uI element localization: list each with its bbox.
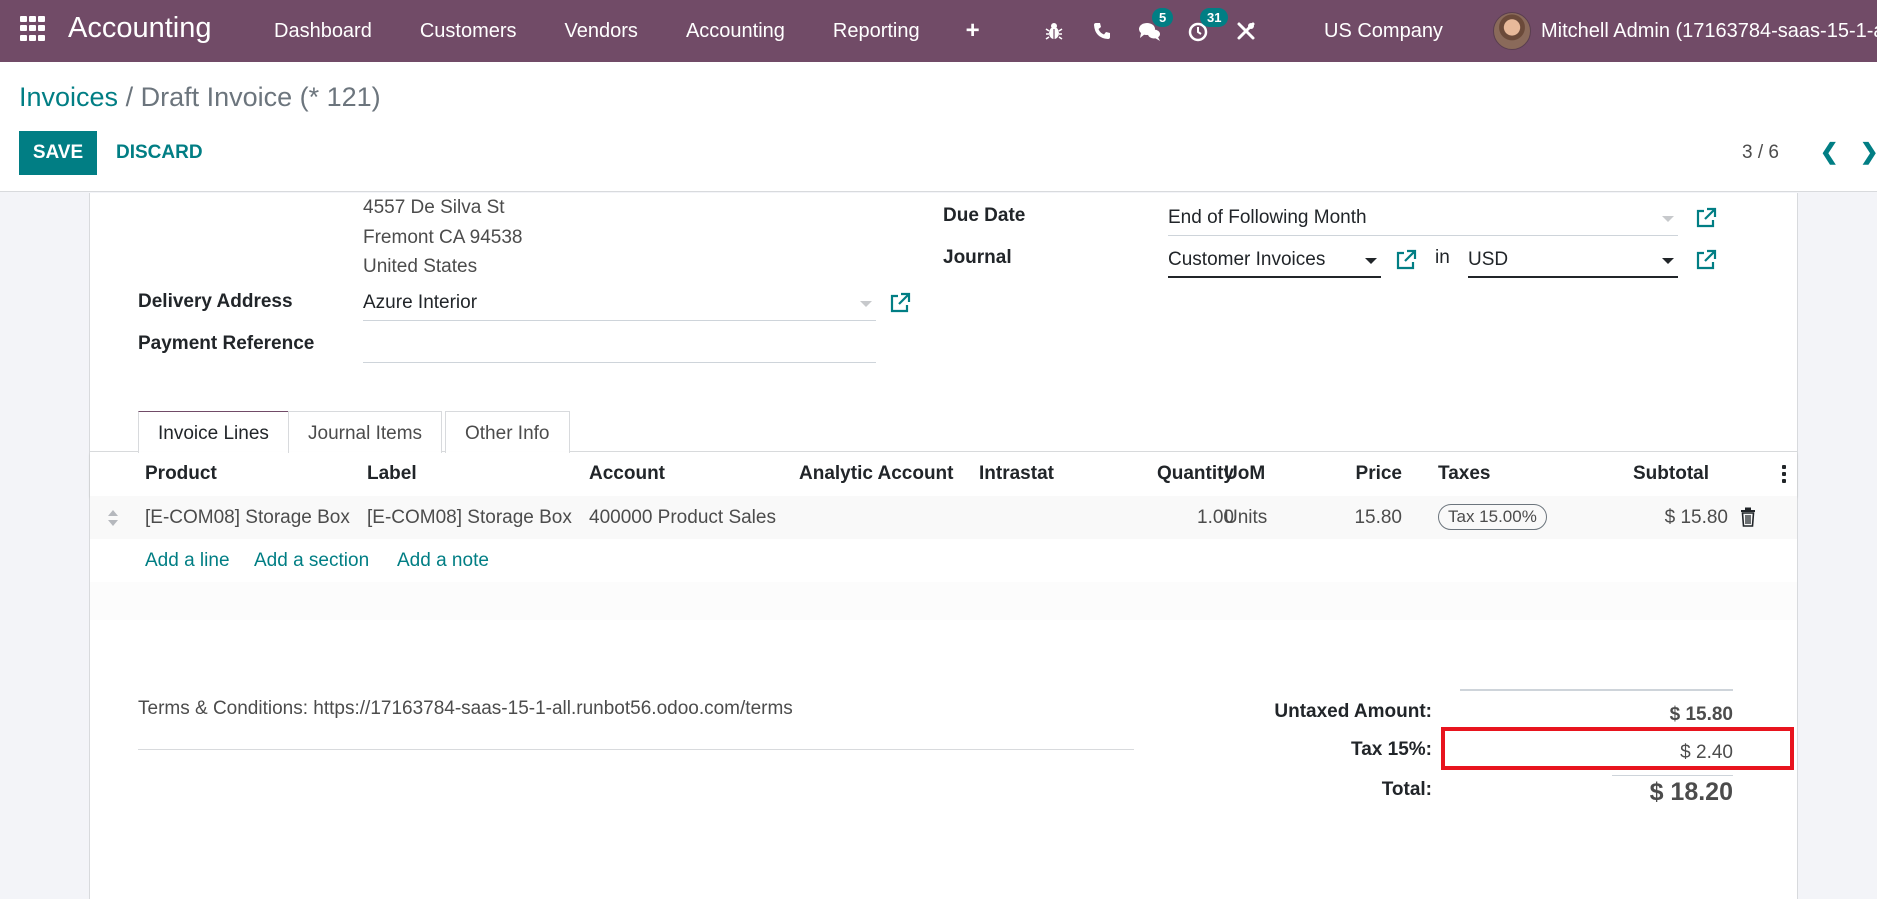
cell-account[interactable]: 400000 Product Sales <box>589 507 776 529</box>
journal-label: Journal <box>943 247 1012 268</box>
clock-icon[interactable]: 31 <box>1174 0 1229 62</box>
optional-columns-icon[interactable] <box>1782 465 1788 485</box>
address-line-1: 4557 De Silva St <box>363 197 505 218</box>
add-note-link[interactable]: Add a note <box>397 550 489 572</box>
user-name: Mitchell Admin (17163784-saas-15-1-all) <box>1541 19 1877 42</box>
dropdown-caret-icon[interactable] <box>1662 216 1674 222</box>
tab-journal-items[interactable]: Journal Items <box>288 411 443 453</box>
plus-icon[interactable]: + <box>944 0 1002 62</box>
address-line-2: Fremont CA 94538 <box>363 227 523 248</box>
breadcrumb-separator: / <box>118 82 141 112</box>
form-sheet: 4557 De Silva St Fremont CA 94538 United… <box>89 193 1798 899</box>
cell-product[interactable]: [E-COM08] Storage Box <box>145 507 350 529</box>
drag-handle-icon[interactable] <box>107 509 119 527</box>
column-intrastat[interactable]: Intrastat <box>979 463 1054 485</box>
terms-and-conditions[interactable]: Terms & Conditions: https://17163784-saa… <box>138 698 793 720</box>
tab-other-info[interactable]: Other Info <box>445 411 570 453</box>
tools-icon[interactable] <box>1222 0 1270 62</box>
phone-icon[interactable] <box>1078 0 1126 62</box>
due-date-value: End of Following Month <box>1168 207 1367 228</box>
menu-reporting[interactable]: Reporting <box>809 0 944 62</box>
chevron-left-icon[interactable]: ❮ <box>1820 139 1838 165</box>
delivery-address-value: Azure Interior <box>363 292 478 313</box>
company-switcher[interactable]: US Company <box>1324 0 1443 62</box>
due-date-field[interactable]: End of Following Month <box>1168 202 1678 236</box>
dropdown-caret-icon[interactable] <box>860 301 872 307</box>
chat-icon[interactable]: 5 <box>1126 0 1174 62</box>
address-line-3: United States <box>363 256 478 277</box>
terms-divider <box>138 749 1134 750</box>
total-label: Total: <box>1381 779 1432 800</box>
menu-customers[interactable]: Customers <box>396 0 541 62</box>
currency-select[interactable]: USD <box>1468 244 1678 278</box>
delivery-address-field[interactable]: Azure Interior <box>363 287 876 321</box>
untaxed-amount-label: Untaxed Amount: <box>1274 701 1432 722</box>
add-line-link[interactable]: Add a line <box>145 550 230 572</box>
breadcrumb-current: Draft Invoice (* 121) <box>140 82 381 112</box>
dropdown-caret-icon[interactable] <box>1365 258 1377 264</box>
column-price[interactable]: Price <box>1322 463 1402 485</box>
tax-label: Tax 15%: <box>1351 739 1432 760</box>
cell-subtotal: $ 15.80 <box>1664 507 1728 528</box>
column-quantity[interactable]: Quantity <box>1124 463 1234 485</box>
cell-quantity[interactable]: 1.00 <box>1124 507 1234 529</box>
external-link-icon[interactable] <box>1395 249 1417 271</box>
payment-reference-input[interactable] <box>363 329 876 363</box>
trash-icon[interactable] <box>1740 507 1756 527</box>
notebook-tabs: Invoice Lines Journal Items Other Info <box>90 402 1797 453</box>
breadcrumb: Invoices / Draft Invoice (* 121) <box>19 82 381 113</box>
total-value: $ 18.20 <box>1649 778 1733 806</box>
column-account[interactable]: Account <box>589 463 665 485</box>
currency-value: USD <box>1468 249 1509 270</box>
table-header: Product Label Account Analytic Account I… <box>90 452 1797 496</box>
systray: 5 31 <box>1030 0 1270 62</box>
discard-button[interactable]: DISCARD <box>104 131 215 175</box>
column-label[interactable]: Label <box>367 463 417 485</box>
breadcrumb-invoices[interactable]: Invoices <box>19 82 118 112</box>
external-link-icon[interactable] <box>889 292 911 314</box>
totals-divider <box>1460 689 1733 691</box>
menu-accounting[interactable]: Accounting <box>662 0 809 62</box>
in-label: in <box>1435 247 1450 268</box>
apps-menu-icon[interactable] <box>20 16 46 42</box>
column-taxes[interactable]: Taxes <box>1438 463 1490 485</box>
menu-vendors[interactable]: Vendors <box>541 0 662 62</box>
column-subtotal[interactable]: Subtotal <box>1633 463 1709 485</box>
app-name[interactable]: Accounting <box>68 12 212 45</box>
delivery-address-label: Delivery Address <box>138 291 293 312</box>
empty-row <box>90 582 1797 620</box>
journal-select[interactable]: Customer Invoices <box>1168 244 1381 278</box>
column-analytic-account[interactable]: Analytic Account <box>799 463 954 485</box>
tax-tag[interactable]: Tax 15.00% <box>1438 504 1547 530</box>
add-section-link[interactable]: Add a section <box>254 550 369 572</box>
cell-price[interactable]: 15.80 <box>1322 507 1402 529</box>
column-product[interactable]: Product <box>145 463 217 485</box>
control-panel: Invoices / Draft Invoice (* 121) SAVE DI… <box>0 62 1877 192</box>
tax-value: $ 2.40 <box>1680 742 1733 763</box>
user-menu[interactable]: Mitchell Admin (17163784-saas-15-1-all) <box>1493 0 1877 62</box>
external-link-icon[interactable] <box>1695 249 1717 271</box>
total-divider <box>1612 775 1733 776</box>
main-menu: Dashboard Customers Vendors Accounting R… <box>250 0 1002 62</box>
due-date-label: Due Date <box>943 205 1026 226</box>
cell-uom[interactable]: Units <box>1224 507 1267 529</box>
payment-reference-label: Payment Reference <box>138 333 315 354</box>
tab-invoice-lines[interactable]: Invoice Lines <box>138 411 289 453</box>
avatar <box>1493 12 1531 50</box>
cell-label[interactable]: [E-COM08] Storage Box <box>367 507 572 529</box>
chevron-right-icon[interactable]: ❯ <box>1860 139 1877 165</box>
top-navbar: Accounting Dashboard Customers Vendors A… <box>0 0 1877 62</box>
dropdown-caret-icon[interactable] <box>1662 258 1674 264</box>
save-button[interactable]: SAVE <box>19 131 97 175</box>
untaxed-amount-value: $ 15.80 <box>1669 704 1733 725</box>
add-links-row: Add a line Add a section Add a note <box>90 539 1797 582</box>
journal-value: Customer Invoices <box>1168 249 1326 270</box>
menu-dashboard[interactable]: Dashboard <box>250 0 396 62</box>
bug-icon[interactable] <box>1030 0 1078 62</box>
table-row[interactable]: [E-COM08] Storage Box [E-COM08] Storage … <box>90 496 1797 539</box>
messages-badge: 5 <box>1152 8 1174 27</box>
column-uom[interactable]: UoM <box>1224 463 1265 485</box>
pager-value[interactable]: 3 / 6 <box>1742 142 1779 164</box>
external-link-icon[interactable] <box>1695 207 1717 229</box>
